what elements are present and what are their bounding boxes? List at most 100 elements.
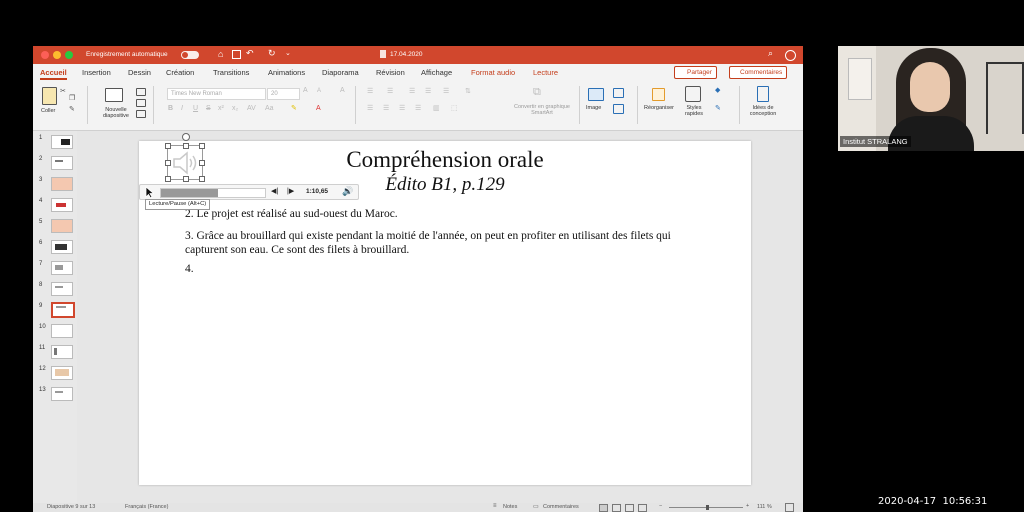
align-left-icon[interactable]: ☰ [367, 104, 373, 112]
shapes-icon[interactable] [613, 88, 624, 98]
slide-thumbnail-7[interactable] [51, 261, 73, 275]
increase-indent-icon[interactable]: ☰ [425, 87, 431, 95]
align-right-icon[interactable]: ☰ [399, 104, 405, 112]
tab-dessin[interactable]: Dessin [128, 68, 151, 77]
rotate-handle-icon[interactable] [182, 133, 190, 141]
share-button[interactable]: Partager [674, 66, 717, 79]
skip-back-icon[interactable]: ◀| [271, 187, 278, 195]
resize-handle[interactable] [199, 176, 205, 182]
tab-revision[interactable]: Révision [376, 68, 405, 77]
zoom-level[interactable]: 111 % [757, 504, 772, 510]
font-size-select[interactable]: 20 [267, 88, 300, 100]
numbering-icon[interactable]: ☰ [387, 87, 393, 95]
slide-item-2[interactable]: 2. Le projet est réalisé au sud-ouest du… [185, 208, 705, 220]
arrange-icon[interactable] [652, 88, 665, 101]
format-painter-icon[interactable]: ✎ [69, 105, 75, 113]
slide-thumbnail-13[interactable] [51, 387, 73, 401]
comments-status-button[interactable]: Commentaires [543, 504, 579, 510]
audio-object[interactable] [165, 133, 205, 182]
notes-icon[interactable]: ≡ [493, 503, 497, 509]
undo-icon[interactable]: ↶ [246, 48, 254, 59]
design-ideas-icon[interactable] [757, 86, 769, 102]
notes-button[interactable]: Notes [503, 504, 517, 510]
language-indicator[interactable]: Français (France) [125, 504, 168, 510]
resize-handle[interactable] [165, 160, 171, 166]
layout-icon[interactable] [136, 88, 146, 96]
slide-item-3[interactable]: 3. Grâce au brouillard qui existe pendan… [185, 229, 705, 257]
new-slide-icon[interactable] [105, 88, 123, 102]
image-icon[interactable] [588, 88, 604, 101]
smartart-icon[interactable]: ⧉ [533, 86, 541, 99]
slide-thumbnail-2[interactable] [51, 156, 73, 170]
highlight-icon[interactable]: ✎ [291, 104, 297, 112]
font-name-select[interactable]: Times New Roman [167, 88, 266, 100]
paste-icon[interactable] [42, 87, 57, 105]
fit-slide-icon[interactable] [785, 503, 794, 512]
resize-handle[interactable] [183, 176, 189, 182]
slide-item-4[interactable]: 4. [185, 263, 705, 275]
text-box-icon[interactable] [613, 104, 624, 114]
slide-thumbnail-8[interactable] [51, 282, 73, 296]
character-spacing-icon[interactable]: AV [247, 105, 256, 112]
participant-video[interactable]: Institut STRALANG [838, 46, 1024, 151]
text-direction-icon[interactable]: ⇅ [465, 87, 471, 95]
minimize-window-button[interactable] [53, 51, 61, 59]
resize-handle[interactable] [183, 143, 189, 149]
reading-view-icon[interactable] [625, 504, 634, 512]
shape-fill-icon[interactable]: ◆ [715, 86, 720, 94]
resize-handle[interactable] [165, 143, 171, 149]
tab-creation[interactable]: Création [166, 68, 194, 77]
tab-animations[interactable]: Animations [268, 68, 305, 77]
tab-transitions[interactable]: Transitions [213, 68, 249, 77]
zoom-in-button[interactable]: + [746, 503, 749, 509]
decrease-indent-icon[interactable]: ☰ [409, 87, 415, 95]
slide-title[interactable]: Compréhension orale [139, 147, 751, 173]
change-case-icon[interactable]: Aa [265, 105, 274, 112]
zoom-slider-thumb[interactable] [706, 505, 709, 510]
zoom-slider[interactable] [669, 505, 743, 510]
audio-progress-track[interactable] [160, 188, 266, 198]
comments-button[interactable]: Commentaires [729, 66, 788, 79]
slide-thumbnail-6[interactable] [51, 240, 73, 254]
resize-handle[interactable] [199, 143, 205, 149]
tab-format-audio[interactable]: Format audio [471, 68, 515, 77]
subscript-icon[interactable]: x² [218, 105, 224, 112]
font-color-icon[interactable]: A [316, 105, 321, 112]
slide-thumbnail-12[interactable] [51, 366, 73, 380]
italic-icon[interactable]: I [181, 105, 183, 112]
slide-thumbnail-11[interactable] [51, 345, 73, 359]
reset-slide-icon[interactable] [136, 99, 146, 107]
quick-styles-icon[interactable] [685, 86, 701, 102]
superscript-icon[interactable]: x₂ [232, 105, 238, 112]
grow-font-icon[interactable]: A [303, 87, 308, 94]
search-icon[interactable]: ⌕ [768, 48, 773, 59]
customize-toolbar-icon[interactable]: ⌄ [285, 49, 291, 57]
slide-thumbnail-10[interactable] [51, 324, 73, 338]
copy-icon[interactable]: ❐ [69, 94, 75, 102]
tab-affichage[interactable]: Affichage [421, 68, 452, 77]
section-icon[interactable] [136, 110, 146, 118]
tab-accueil[interactable]: Accueil [40, 68, 67, 80]
zoom-window-button[interactable] [65, 51, 73, 59]
volume-icon[interactable]: 🔊 [342, 186, 353, 197]
close-window-button[interactable] [41, 51, 49, 59]
slide-thumbnail-1[interactable] [51, 135, 73, 149]
slide-thumbnail-9-selected[interactable] [51, 302, 75, 318]
comments-icon[interactable]: ▭ [533, 503, 539, 510]
cut-icon[interactable]: ✂ [60, 87, 66, 95]
normal-view-icon[interactable] [599, 504, 608, 512]
bold-icon[interactable]: B [168, 105, 173, 112]
slide-thumbnail-4[interactable] [51, 198, 73, 212]
redo-icon[interactable]: ↻ [268, 48, 276, 59]
slide-sorter-icon[interactable] [612, 504, 621, 512]
shape-outline-icon[interactable]: ✎ [715, 104, 721, 112]
tab-diaporama[interactable]: Diaporama [322, 68, 359, 77]
resize-handle[interactable] [199, 160, 205, 166]
bullets-icon[interactable]: ☰ [367, 87, 373, 95]
clear-format-icon[interactable]: A [340, 87, 345, 94]
slide-thumbnail-5[interactable] [51, 219, 73, 233]
justify-icon[interactable]: ☰ [415, 104, 421, 112]
shrink-font-icon[interactable]: A [317, 88, 321, 94]
home-icon[interactable]: ⌂ [218, 49, 223, 59]
columns-icon[interactable]: ▥ [433, 104, 440, 112]
